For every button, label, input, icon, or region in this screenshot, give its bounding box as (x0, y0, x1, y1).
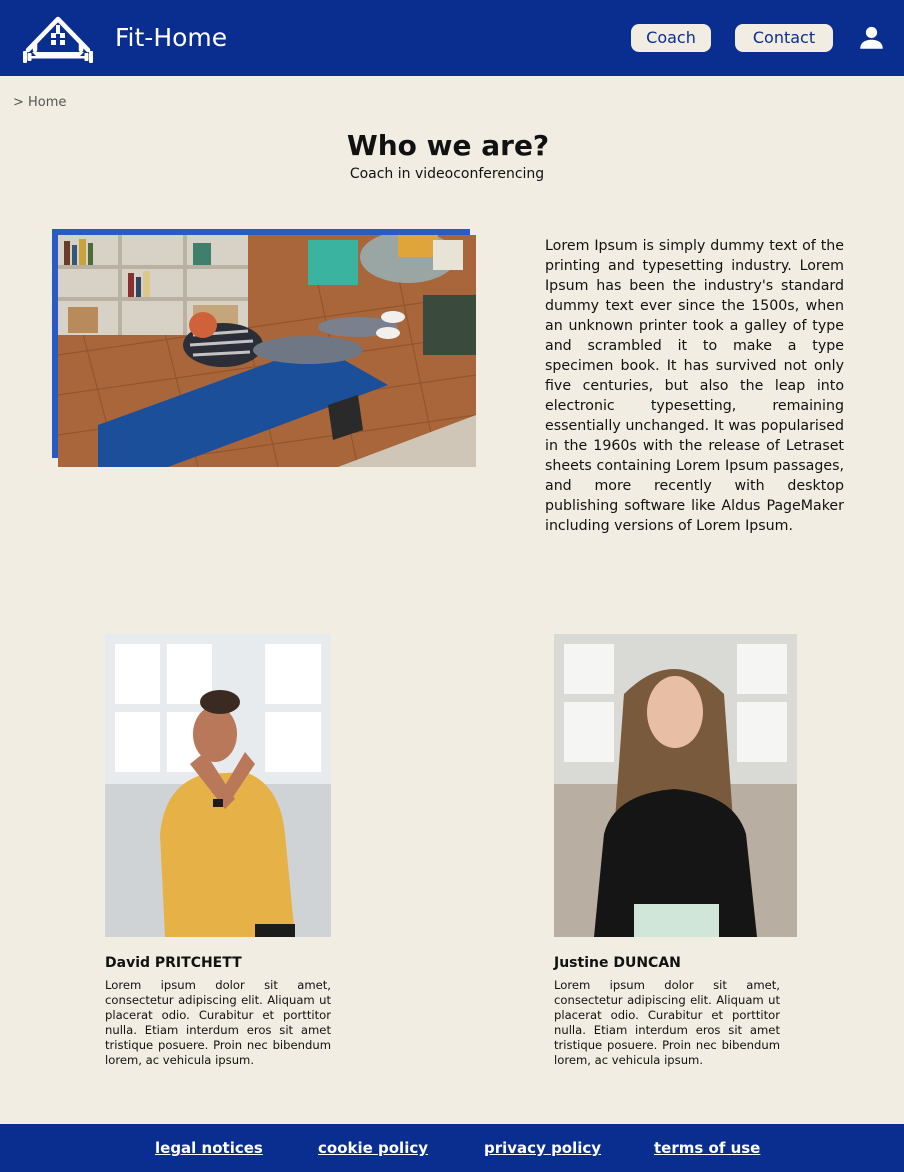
coach-bio-david: Lorem ipsum dolor sit amet, consectetur … (105, 978, 331, 1067)
house-dumbbell-logo-icon[interactable] (20, 14, 96, 64)
footer-link-privacy-policy[interactable]: privacy policy (484, 1139, 601, 1157)
nav-contact-button[interactable]: Contact (735, 24, 833, 52)
coach-name-david: David PRITCHETT (105, 955, 242, 971)
intro-paragraph: Lorem Ipsum is simply dummy text of the … (545, 238, 844, 534)
coach-photo-david (105, 634, 331, 937)
coach-bio-justine: Lorem ipsum dolor sit amet, consectetur … (554, 978, 780, 1067)
user-icon[interactable] (858, 24, 885, 51)
coach-photo-justine (554, 634, 797, 937)
breadcrumb[interactable]: > Home (13, 95, 66, 111)
coach-name-justine: Justine DUNCAN (554, 955, 681, 971)
footer: legal notices cookie policy privacy poli… (0, 1124, 904, 1172)
footer-link-legal-notices[interactable]: legal notices (155, 1139, 263, 1157)
nav-coach-button[interactable]: Coach (631, 24, 711, 52)
brand-name[interactable]: Fit-Home (115, 22, 227, 54)
footer-link-terms-of-use[interactable]: terms of use (654, 1139, 760, 1157)
footer-link-cookie-policy[interactable]: cookie policy (318, 1139, 428, 1157)
header: Fit-Home Coach Contact (0, 0, 904, 76)
page-title: Who we are? (346, 129, 550, 162)
workout-photo (58, 235, 476, 467)
page-subtitle: Coach in videoconferencing (349, 166, 545, 182)
